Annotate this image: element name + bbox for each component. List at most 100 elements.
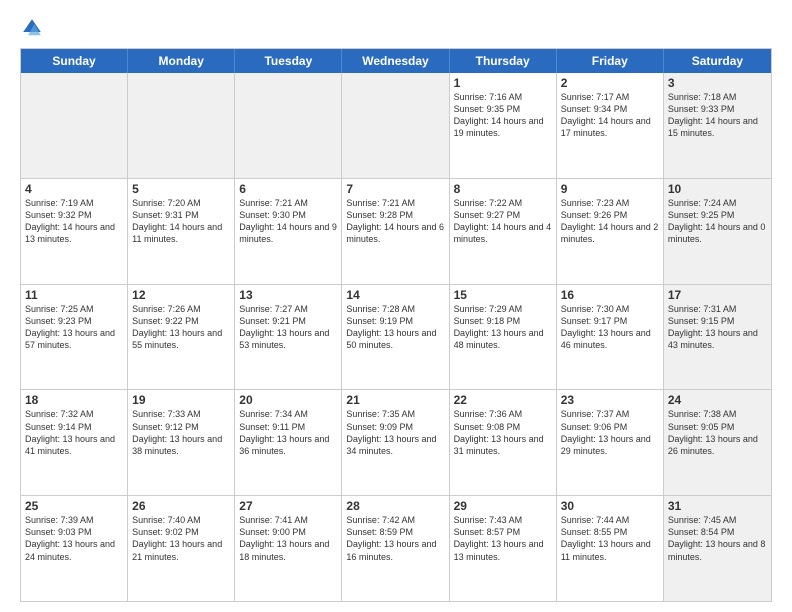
cell-info: Sunrise: 7:34 AM Sunset: 9:11 PM Dayligh… bbox=[239, 408, 337, 457]
cell-info: Sunrise: 7:40 AM Sunset: 9:02 PM Dayligh… bbox=[132, 514, 230, 563]
calendar-body: 1Sunrise: 7:16 AM Sunset: 9:35 PM Daylig… bbox=[21, 73, 771, 601]
calendar-row: 4Sunrise: 7:19 AM Sunset: 9:32 PM Daylig… bbox=[21, 178, 771, 284]
header bbox=[20, 16, 772, 40]
day-number: 4 bbox=[25, 182, 123, 196]
day-number: 23 bbox=[561, 393, 659, 407]
cell-info: Sunrise: 7:41 AM Sunset: 9:00 PM Dayligh… bbox=[239, 514, 337, 563]
calendar-cell bbox=[128, 73, 235, 178]
calendar-cell: 13Sunrise: 7:27 AM Sunset: 9:21 PM Dayli… bbox=[235, 285, 342, 390]
cell-info: Sunrise: 7:30 AM Sunset: 9:17 PM Dayligh… bbox=[561, 303, 659, 352]
day-number: 29 bbox=[454, 499, 552, 513]
cell-info: Sunrise: 7:38 AM Sunset: 9:05 PM Dayligh… bbox=[668, 408, 767, 457]
cell-info: Sunrise: 7:43 AM Sunset: 8:57 PM Dayligh… bbox=[454, 514, 552, 563]
calendar-cell: 21Sunrise: 7:35 AM Sunset: 9:09 PM Dayli… bbox=[342, 390, 449, 495]
calendar-cell: 6Sunrise: 7:21 AM Sunset: 9:30 PM Daylig… bbox=[235, 179, 342, 284]
header-cell-thursday: Thursday bbox=[450, 49, 557, 73]
day-number: 27 bbox=[239, 499, 337, 513]
day-number: 5 bbox=[132, 182, 230, 196]
day-number: 26 bbox=[132, 499, 230, 513]
day-number: 24 bbox=[668, 393, 767, 407]
calendar-cell: 16Sunrise: 7:30 AM Sunset: 9:17 PM Dayli… bbox=[557, 285, 664, 390]
day-number: 11 bbox=[25, 288, 123, 302]
cell-info: Sunrise: 7:36 AM Sunset: 9:08 PM Dayligh… bbox=[454, 408, 552, 457]
calendar-row: 1Sunrise: 7:16 AM Sunset: 9:35 PM Daylig… bbox=[21, 73, 771, 178]
calendar-cell: 3Sunrise: 7:18 AM Sunset: 9:33 PM Daylig… bbox=[664, 73, 771, 178]
calendar-cell: 8Sunrise: 7:22 AM Sunset: 9:27 PM Daylig… bbox=[450, 179, 557, 284]
calendar-row: 11Sunrise: 7:25 AM Sunset: 9:23 PM Dayli… bbox=[21, 284, 771, 390]
cell-info: Sunrise: 7:37 AM Sunset: 9:06 PM Dayligh… bbox=[561, 408, 659, 457]
day-number: 19 bbox=[132, 393, 230, 407]
calendar-cell: 19Sunrise: 7:33 AM Sunset: 9:12 PM Dayli… bbox=[128, 390, 235, 495]
calendar-cell: 2Sunrise: 7:17 AM Sunset: 9:34 PM Daylig… bbox=[557, 73, 664, 178]
header-cell-sunday: Sunday bbox=[21, 49, 128, 73]
cell-info: Sunrise: 7:16 AM Sunset: 9:35 PM Dayligh… bbox=[454, 91, 552, 140]
calendar-cell: 28Sunrise: 7:42 AM Sunset: 8:59 PM Dayli… bbox=[342, 496, 449, 601]
cell-info: Sunrise: 7:21 AM Sunset: 9:30 PM Dayligh… bbox=[239, 197, 337, 246]
calendar-cell: 27Sunrise: 7:41 AM Sunset: 9:00 PM Dayli… bbox=[235, 496, 342, 601]
cell-info: Sunrise: 7:35 AM Sunset: 9:09 PM Dayligh… bbox=[346, 408, 444, 457]
calendar-cell: 5Sunrise: 7:20 AM Sunset: 9:31 PM Daylig… bbox=[128, 179, 235, 284]
day-number: 21 bbox=[346, 393, 444, 407]
cell-info: Sunrise: 7:26 AM Sunset: 9:22 PM Dayligh… bbox=[132, 303, 230, 352]
calendar-cell: 17Sunrise: 7:31 AM Sunset: 9:15 PM Dayli… bbox=[664, 285, 771, 390]
cell-info: Sunrise: 7:32 AM Sunset: 9:14 PM Dayligh… bbox=[25, 408, 123, 457]
calendar-cell: 12Sunrise: 7:26 AM Sunset: 9:22 PM Dayli… bbox=[128, 285, 235, 390]
cell-info: Sunrise: 7:25 AM Sunset: 9:23 PM Dayligh… bbox=[25, 303, 123, 352]
calendar-row: 25Sunrise: 7:39 AM Sunset: 9:03 PM Dayli… bbox=[21, 495, 771, 601]
cell-info: Sunrise: 7:29 AM Sunset: 9:18 PM Dayligh… bbox=[454, 303, 552, 352]
header-cell-monday: Monday bbox=[128, 49, 235, 73]
header-cell-saturday: Saturday bbox=[664, 49, 771, 73]
calendar-cell: 15Sunrise: 7:29 AM Sunset: 9:18 PM Dayli… bbox=[450, 285, 557, 390]
calendar-cell: 23Sunrise: 7:37 AM Sunset: 9:06 PM Dayli… bbox=[557, 390, 664, 495]
day-number: 22 bbox=[454, 393, 552, 407]
calendar-cell: 1Sunrise: 7:16 AM Sunset: 9:35 PM Daylig… bbox=[450, 73, 557, 178]
cell-info: Sunrise: 7:24 AM Sunset: 9:25 PM Dayligh… bbox=[668, 197, 767, 246]
cell-info: Sunrise: 7:27 AM Sunset: 9:21 PM Dayligh… bbox=[239, 303, 337, 352]
day-number: 16 bbox=[561, 288, 659, 302]
calendar: SundayMondayTuesdayWednesdayThursdayFrid… bbox=[20, 48, 772, 602]
calendar-cell: 24Sunrise: 7:38 AM Sunset: 9:05 PM Dayli… bbox=[664, 390, 771, 495]
calendar-cell bbox=[342, 73, 449, 178]
calendar-cell: 31Sunrise: 7:45 AM Sunset: 8:54 PM Dayli… bbox=[664, 496, 771, 601]
calendar-cell: 11Sunrise: 7:25 AM Sunset: 9:23 PM Dayli… bbox=[21, 285, 128, 390]
header-cell-friday: Friday bbox=[557, 49, 664, 73]
day-number: 2 bbox=[561, 76, 659, 90]
day-number: 3 bbox=[668, 76, 767, 90]
cell-info: Sunrise: 7:22 AM Sunset: 9:27 PM Dayligh… bbox=[454, 197, 552, 246]
calendar-page: SundayMondayTuesdayWednesdayThursdayFrid… bbox=[0, 0, 792, 612]
day-number: 15 bbox=[454, 288, 552, 302]
cell-info: Sunrise: 7:31 AM Sunset: 9:15 PM Dayligh… bbox=[668, 303, 767, 352]
calendar-row: 18Sunrise: 7:32 AM Sunset: 9:14 PM Dayli… bbox=[21, 389, 771, 495]
logo-icon bbox=[20, 16, 44, 40]
cell-info: Sunrise: 7:19 AM Sunset: 9:32 PM Dayligh… bbox=[25, 197, 123, 246]
day-number: 6 bbox=[239, 182, 337, 196]
calendar-cell: 7Sunrise: 7:21 AM Sunset: 9:28 PM Daylig… bbox=[342, 179, 449, 284]
cell-info: Sunrise: 7:45 AM Sunset: 8:54 PM Dayligh… bbox=[668, 514, 767, 563]
calendar-cell bbox=[21, 73, 128, 178]
cell-info: Sunrise: 7:44 AM Sunset: 8:55 PM Dayligh… bbox=[561, 514, 659, 563]
calendar-cell: 14Sunrise: 7:28 AM Sunset: 9:19 PM Dayli… bbox=[342, 285, 449, 390]
header-cell-wednesday: Wednesday bbox=[342, 49, 449, 73]
header-cell-tuesday: Tuesday bbox=[235, 49, 342, 73]
calendar-cell: 10Sunrise: 7:24 AM Sunset: 9:25 PM Dayli… bbox=[664, 179, 771, 284]
day-number: 14 bbox=[346, 288, 444, 302]
day-number: 9 bbox=[561, 182, 659, 196]
day-number: 17 bbox=[668, 288, 767, 302]
day-number: 28 bbox=[346, 499, 444, 513]
calendar-cell: 22Sunrise: 7:36 AM Sunset: 9:08 PM Dayli… bbox=[450, 390, 557, 495]
cell-info: Sunrise: 7:21 AM Sunset: 9:28 PM Dayligh… bbox=[346, 197, 444, 246]
calendar-header: SundayMondayTuesdayWednesdayThursdayFrid… bbox=[21, 49, 771, 73]
calendar-cell: 30Sunrise: 7:44 AM Sunset: 8:55 PM Dayli… bbox=[557, 496, 664, 601]
day-number: 8 bbox=[454, 182, 552, 196]
day-number: 20 bbox=[239, 393, 337, 407]
day-number: 30 bbox=[561, 499, 659, 513]
cell-info: Sunrise: 7:20 AM Sunset: 9:31 PM Dayligh… bbox=[132, 197, 230, 246]
calendar-cell: 18Sunrise: 7:32 AM Sunset: 9:14 PM Dayli… bbox=[21, 390, 128, 495]
day-number: 31 bbox=[668, 499, 767, 513]
cell-info: Sunrise: 7:42 AM Sunset: 8:59 PM Dayligh… bbox=[346, 514, 444, 563]
calendar-cell: 26Sunrise: 7:40 AM Sunset: 9:02 PM Dayli… bbox=[128, 496, 235, 601]
day-number: 25 bbox=[25, 499, 123, 513]
cell-info: Sunrise: 7:17 AM Sunset: 9:34 PM Dayligh… bbox=[561, 91, 659, 140]
calendar-cell: 9Sunrise: 7:23 AM Sunset: 9:26 PM Daylig… bbox=[557, 179, 664, 284]
day-number: 13 bbox=[239, 288, 337, 302]
